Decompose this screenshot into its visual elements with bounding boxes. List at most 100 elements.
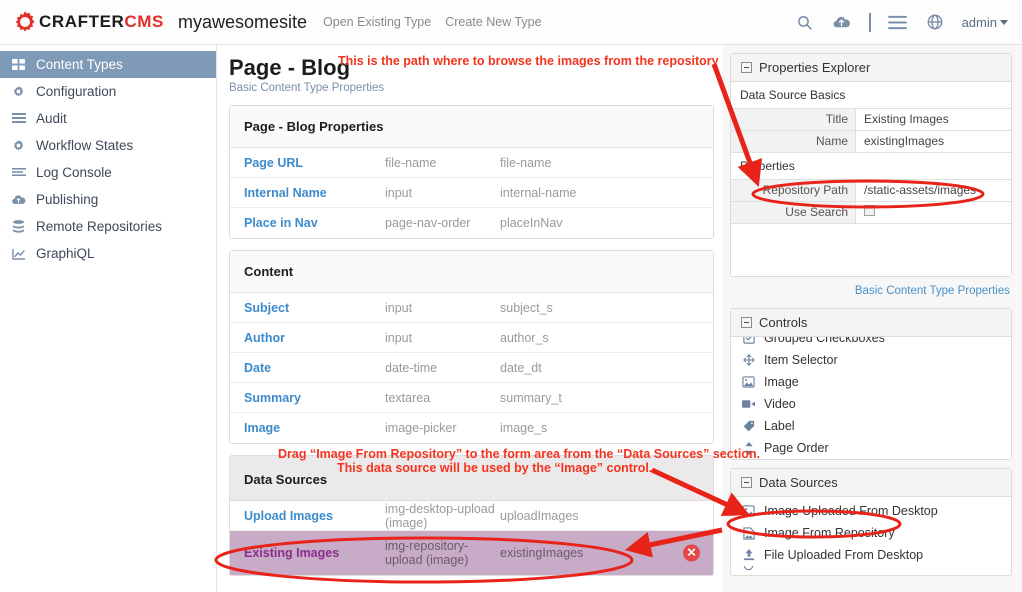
page-title: Page - Blog	[229, 55, 351, 80]
field-label: Summary	[244, 390, 301, 405]
sidebar-item-label: Content Types	[36, 57, 123, 72]
section-properties: Properties	[731, 153, 1011, 180]
move-icon	[741, 354, 756, 366]
database-icon	[10, 220, 27, 233]
table-row[interactable]: Subject input subject_s	[230, 293, 713, 323]
table-row[interactable]: Place in Nav page-nav-order placeInNav	[230, 208, 713, 238]
property-value[interactable]: Existing Images	[856, 109, 1011, 130]
property-row-name[interactable]: Name existingImages	[731, 131, 1011, 153]
datasource-control: img-desktop-upload (image)	[385, 501, 495, 530]
delete-datasource-button[interactable]: ✕	[683, 544, 700, 562]
annotation-repository-path-note: This is the path where to browse the ima…	[338, 54, 719, 68]
control-item-page-order[interactable]: Page Order	[731, 437, 1011, 459]
property-row-use-search[interactable]: Use Search	[731, 202, 1011, 224]
chart-icon	[10, 248, 27, 260]
user-menu[interactable]: admin	[962, 15, 1008, 30]
datasources-panel-header[interactable]: Data Sources	[731, 469, 1011, 497]
datasource-control: img-repository-upload (image)	[385, 538, 469, 567]
sidebar-item-audit[interactable]: Audit	[0, 105, 216, 132]
datasource-name: existingImages	[500, 546, 584, 560]
image-icon	[741, 376, 756, 388]
field-name: image_s	[500, 421, 548, 435]
field-label: Author	[244, 330, 285, 345]
page-subtitle: Basic Content Type Properties	[229, 82, 385, 94]
sidebar-item-log-console[interactable]: Log Console	[0, 159, 216, 186]
cloud-upload-icon[interactable]	[832, 12, 852, 32]
datasources-list-clipped-item	[731, 566, 1011, 575]
properties-explorer-panel: Properties Explorer Data Source Basics T…	[730, 53, 1012, 277]
sidebar-item-workflow-states[interactable]: Workflow States	[0, 132, 216, 159]
use-search-checkbox[interactable]	[864, 205, 875, 216]
field-name: internal-name	[500, 185, 577, 200]
repository-path-value[interactable]: /static-assets/images	[856, 180, 1011, 201]
sidebar-item-label: Publishing	[36, 192, 99, 207]
property-label: Title	[731, 109, 856, 130]
field-name: date_dt	[500, 360, 542, 375]
main-content: Page - Blog Basic Content Type Propertie…	[217, 45, 722, 592]
datasource-item-label: File Uploaded From Desktop	[764, 548, 924, 562]
table-row[interactable]: Page URL file-name file-name	[230, 148, 713, 178]
chevron-down-icon	[1000, 19, 1008, 25]
basic-content-type-properties-link[interactable]: Basic Content Type Properties	[730, 281, 1012, 304]
sidebar-item-publishing[interactable]: Publishing	[0, 186, 216, 213]
sidebar-item-graphiql[interactable]: GraphiQL	[0, 240, 216, 267]
nav-create-new-type[interactable]: Create New Type	[445, 15, 541, 29]
cloud-icon	[10, 193, 27, 206]
collapse-minus-icon[interactable]	[741, 62, 752, 73]
control-item-image[interactable]: Image	[731, 371, 1011, 393]
table-row[interactable]: Image image-picker image_s	[230, 413, 713, 443]
properties-explorer-header[interactable]: Properties Explorer	[731, 54, 1011, 82]
property-row-repository-path[interactable]: Repository Path /static-assets/images	[731, 180, 1011, 202]
sidebar-item-remote-repositories[interactable]: Remote Repositories	[0, 213, 216, 240]
search-icon[interactable]	[795, 12, 815, 32]
sidebar-item-configuration[interactable]: Configuration	[0, 78, 216, 105]
field-name: file-name	[500, 155, 552, 170]
image-file-icon	[741, 526, 756, 540]
control-item-item-selector[interactable]: Item Selector	[731, 349, 1011, 371]
field-label: Subject	[244, 300, 290, 315]
controls-panel-header[interactable]: Controls	[731, 309, 1011, 337]
panel-title: Properties Explorer	[759, 60, 871, 75]
collapse-minus-icon[interactable]	[741, 317, 752, 328]
site-name[interactable]: myawesomesite	[178, 12, 307, 33]
datasource-item-partial[interactable]	[731, 566, 1011, 575]
control-item-label: Label	[764, 419, 795, 433]
table-row[interactable]: Date date-time date_dt	[230, 353, 713, 383]
field-name: subject_s	[500, 300, 553, 315]
datasource-item-image-uploaded-from-desktop[interactable]: Image Uploaded From Desktop	[731, 500, 1011, 522]
property-row-title[interactable]: Title Existing Images	[731, 109, 1011, 131]
panel-heading: Page - Blog Properties	[230, 106, 713, 148]
control-item-label[interactable]: Label	[731, 415, 1011, 437]
control-item-label: Item Selector	[764, 353, 838, 367]
hamburger-menu-icon[interactable]	[888, 12, 908, 32]
control-item-grouped-checkboxes[interactable]: Grouped Checkboxes	[731, 337, 1011, 349]
table-row[interactable]: Summary textarea summary_t	[230, 383, 713, 413]
table-row[interactable]: Internal Name input internal-name	[230, 178, 713, 208]
panel-title: Data Sources	[759, 475, 838, 490]
video-icon	[741, 399, 756, 409]
globe-icon[interactable]	[925, 12, 945, 32]
upload-icon	[741, 549, 756, 561]
collapse-minus-icon[interactable]	[741, 477, 752, 488]
table-row-existing-images[interactable]: Existing Images img-repository-upload (i…	[230, 531, 713, 575]
gear-icon	[10, 85, 27, 98]
sidebar: Content Types Configuration Audit Workfl…	[0, 45, 217, 592]
content-section-panel: Content Subject input subject_s Author i…	[229, 250, 714, 444]
datasource-label: Existing Images	[244, 546, 340, 560]
field-label: Image	[244, 421, 281, 435]
field-control: page-nav-order	[385, 216, 471, 230]
datasource-item-file-uploaded-from-desktop[interactable]: File Uploaded From Desktop	[731, 544, 1011, 566]
nav-open-existing-type[interactable]: Open Existing Type	[323, 15, 431, 29]
table-row[interactable]: Author input author_s	[230, 323, 713, 353]
sidebar-item-label: Remote Repositories	[36, 219, 163, 234]
sidebar-item-content-types[interactable]: Content Types	[0, 51, 216, 78]
property-label: Repository Path	[731, 180, 856, 201]
sidebar-item-label: Workflow States	[36, 138, 134, 153]
table-row[interactable]: Upload Images img-desktop-upload (image)…	[230, 501, 713, 531]
field-name: author_s	[500, 330, 549, 345]
brand-logo[interactable]: CRAFTERCMS	[12, 9, 164, 35]
property-value[interactable]: existingImages	[856, 131, 1011, 152]
control-item-video[interactable]: Video	[731, 393, 1011, 415]
crafter-gear-icon	[12, 9, 38, 35]
datasource-item-image-from-repository[interactable]: Image From Repository	[731, 522, 1011, 544]
